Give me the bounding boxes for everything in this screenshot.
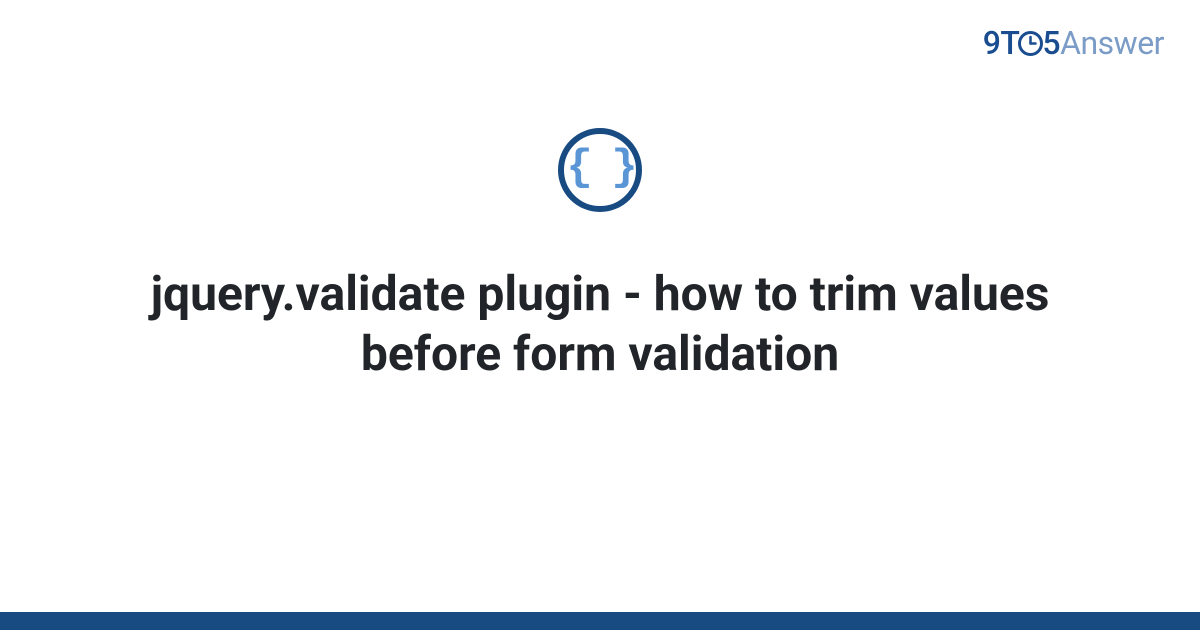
code-braces-icon: { } xyxy=(566,146,633,190)
logo-part-9t: 9T xyxy=(983,24,1020,62)
category-badge: { } xyxy=(558,128,642,212)
logo-part-5: 5 xyxy=(1042,24,1060,62)
main-content: { } jquery.validate plugin - how to trim… xyxy=(0,128,1200,384)
site-logo: 9T 5Answer xyxy=(983,24,1164,62)
logo-text: 9T 5Answer xyxy=(983,24,1164,62)
footer-accent-bar xyxy=(0,612,1200,630)
clock-icon xyxy=(1017,30,1044,57)
logo-part-answer: Answer xyxy=(1060,24,1164,62)
page-title: jquery.validate plugin - how to trim val… xyxy=(100,264,1100,384)
